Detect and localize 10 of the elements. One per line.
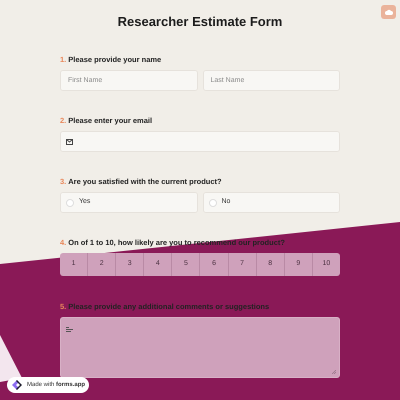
form-title: Researcher Estimate Form bbox=[118, 14, 282, 30]
text-lines-icon bbox=[66, 327, 73, 333]
cloud-icon bbox=[384, 9, 392, 15]
background-shape bbox=[0, 335, 22, 382]
logo-icon bbox=[11, 379, 23, 391]
email-field[interactable] bbox=[60, 131, 340, 152]
upload-button[interactable] bbox=[381, 5, 396, 19]
mail-icon bbox=[66, 138, 73, 144]
comment-field[interactable] bbox=[60, 317, 340, 378]
resize-handle-icon bbox=[332, 370, 336, 374]
